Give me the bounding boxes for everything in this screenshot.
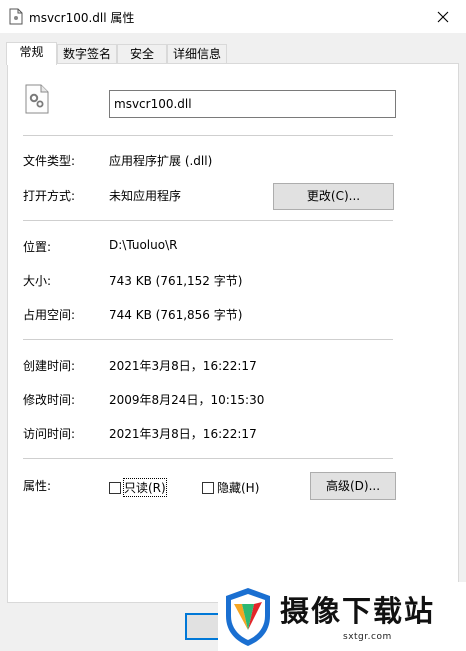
divider [23,339,393,340]
file-type-value: 应用程序扩展 (.dll) [109,154,213,168]
tab-security[interactable]: 安全 [117,44,167,64]
location-label: 位置: [23,240,52,254]
hidden-checkbox[interactable]: 隐藏(H) [202,479,259,496]
hidden-checkbox-label: 隐藏(H) [217,481,260,495]
modified-label: 修改时间: [23,393,76,407]
window-title: msvcr100.dll 属性 [29,11,135,25]
dll-file-icon [25,84,49,114]
close-button[interactable] [420,0,466,33]
document-icon [9,8,23,25]
accessed-label: 访问时间: [23,427,76,441]
opens-with-value: 未知应用程序 [109,189,182,203]
divider [23,458,393,459]
created-value: 2021年3月8日，16:22:17 [109,359,257,373]
close-icon [437,11,449,22]
file-name-input[interactable]: msvcr100.dll [109,90,396,118]
size-value: 743 KB (761,152 字节) [109,274,243,288]
accessed-value: 2021年3月8日，16:22:17 [109,427,257,441]
readonly-checkbox-box[interactable] [109,481,121,494]
watermark-url: sxtgr.com [343,632,392,642]
file-type-label: 文件类型: [23,154,76,168]
readonly-checkbox-label: 只读(R) [123,478,167,497]
change-button[interactable]: 更改(C)... [273,183,394,210]
location-value: D:\Tuoluo\R [109,238,178,252]
watermark: 摄像下载站 sxtgr.com [218,582,466,651]
watermark-text: 摄像下载站 [280,594,436,628]
opens-with-label: 打开方式: [23,189,76,203]
size-on-disk-value: 744 KB (761,856 字节) [109,308,243,322]
hidden-checkbox-box[interactable] [202,481,214,494]
title-bar: msvcr100.dll 属性 [0,0,466,33]
tab-digital-signatures[interactable]: 数字签名 [57,44,117,64]
general-panel [7,63,459,603]
watermark-logo-icon [226,588,270,646]
divider [23,220,393,221]
advanced-button[interactable]: 高级(D)... [310,472,396,500]
created-label: 创建时间: [23,359,76,373]
size-label: 大小: [23,274,52,288]
modified-value: 2009年8月24日，10:15:30 [109,393,265,407]
attributes-label: 属性: [23,479,52,493]
tab-general[interactable]: 常规 [6,42,57,65]
size-on-disk-label: 占用空间: [23,308,76,322]
tab-details[interactable]: 详细信息 [167,44,227,64]
divider [23,135,393,136]
readonly-checkbox[interactable]: 只读(R) [109,478,167,497]
